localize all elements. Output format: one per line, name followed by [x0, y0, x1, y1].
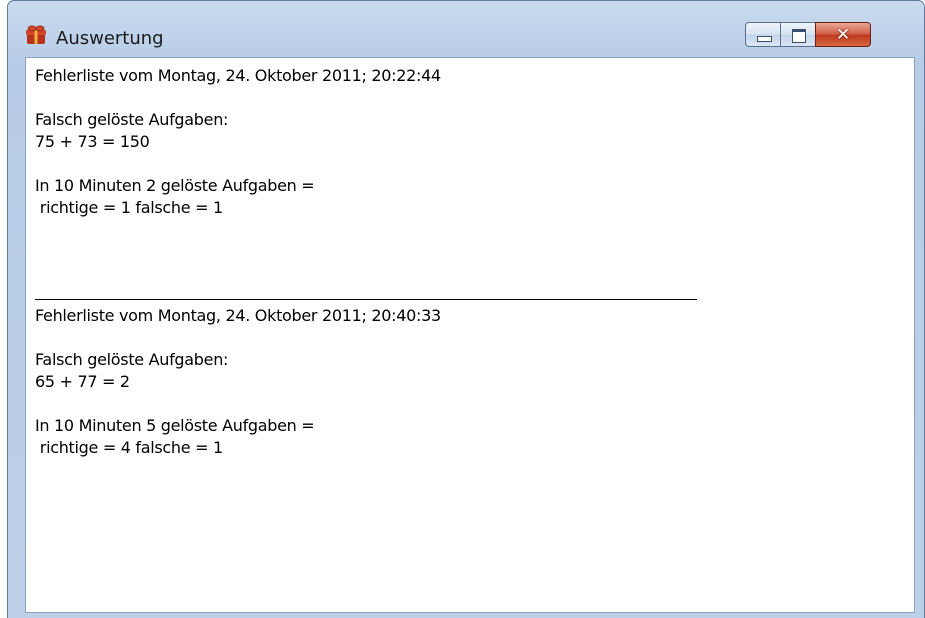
entry-header: Fehlerliste vom Montag, 24. Oktober 2011… [35, 306, 441, 325]
result-line: richtige = 1 falsche = 1 [35, 198, 223, 217]
window: Auswertung ✕ Fehlerliste vom Montag, 24.… [7, 0, 925, 618]
result-line: richtige = 4 falsche = 1 [35, 438, 223, 457]
wrong-task-item: 75 + 73 = 150 [35, 132, 150, 151]
log-entry: Fehlerliste vom Montag, 24. Oktober 2011… [35, 65, 441, 219]
wrong-tasks-label: Falsch gelöste Aufgaben: [35, 110, 229, 129]
window-title: Auswertung [56, 28, 164, 49]
close-button[interactable]: ✕ [815, 22, 871, 47]
log-entry: Fehlerliste vom Montag, 24. Oktober 2011… [35, 305, 441, 459]
separator-line [35, 299, 697, 300]
minimize-button[interactable] [745, 22, 781, 47]
title-bar[interactable]: Auswertung ✕ [8, 1, 924, 49]
summary-line: In 10 Minuten 2 gelöste Aufgaben = [35, 176, 315, 195]
gift-icon [26, 25, 46, 44]
report-text-area[interactable]: Fehlerliste vom Montag, 24. Oktober 2011… [25, 57, 915, 613]
close-icon: ✕ [835, 24, 851, 45]
maximize-icon [792, 29, 806, 43]
wrong-task-item: 65 + 77 = 2 [35, 372, 130, 391]
wrong-tasks-label: Falsch gelöste Aufgaben: [35, 350, 229, 369]
entry-header: Fehlerliste vom Montag, 24. Oktober 2011… [35, 66, 441, 85]
minimize-icon [757, 36, 772, 42]
summary-line: In 10 Minuten 5 gelöste Aufgaben = [35, 416, 315, 435]
maximize-button[interactable] [780, 22, 816, 47]
